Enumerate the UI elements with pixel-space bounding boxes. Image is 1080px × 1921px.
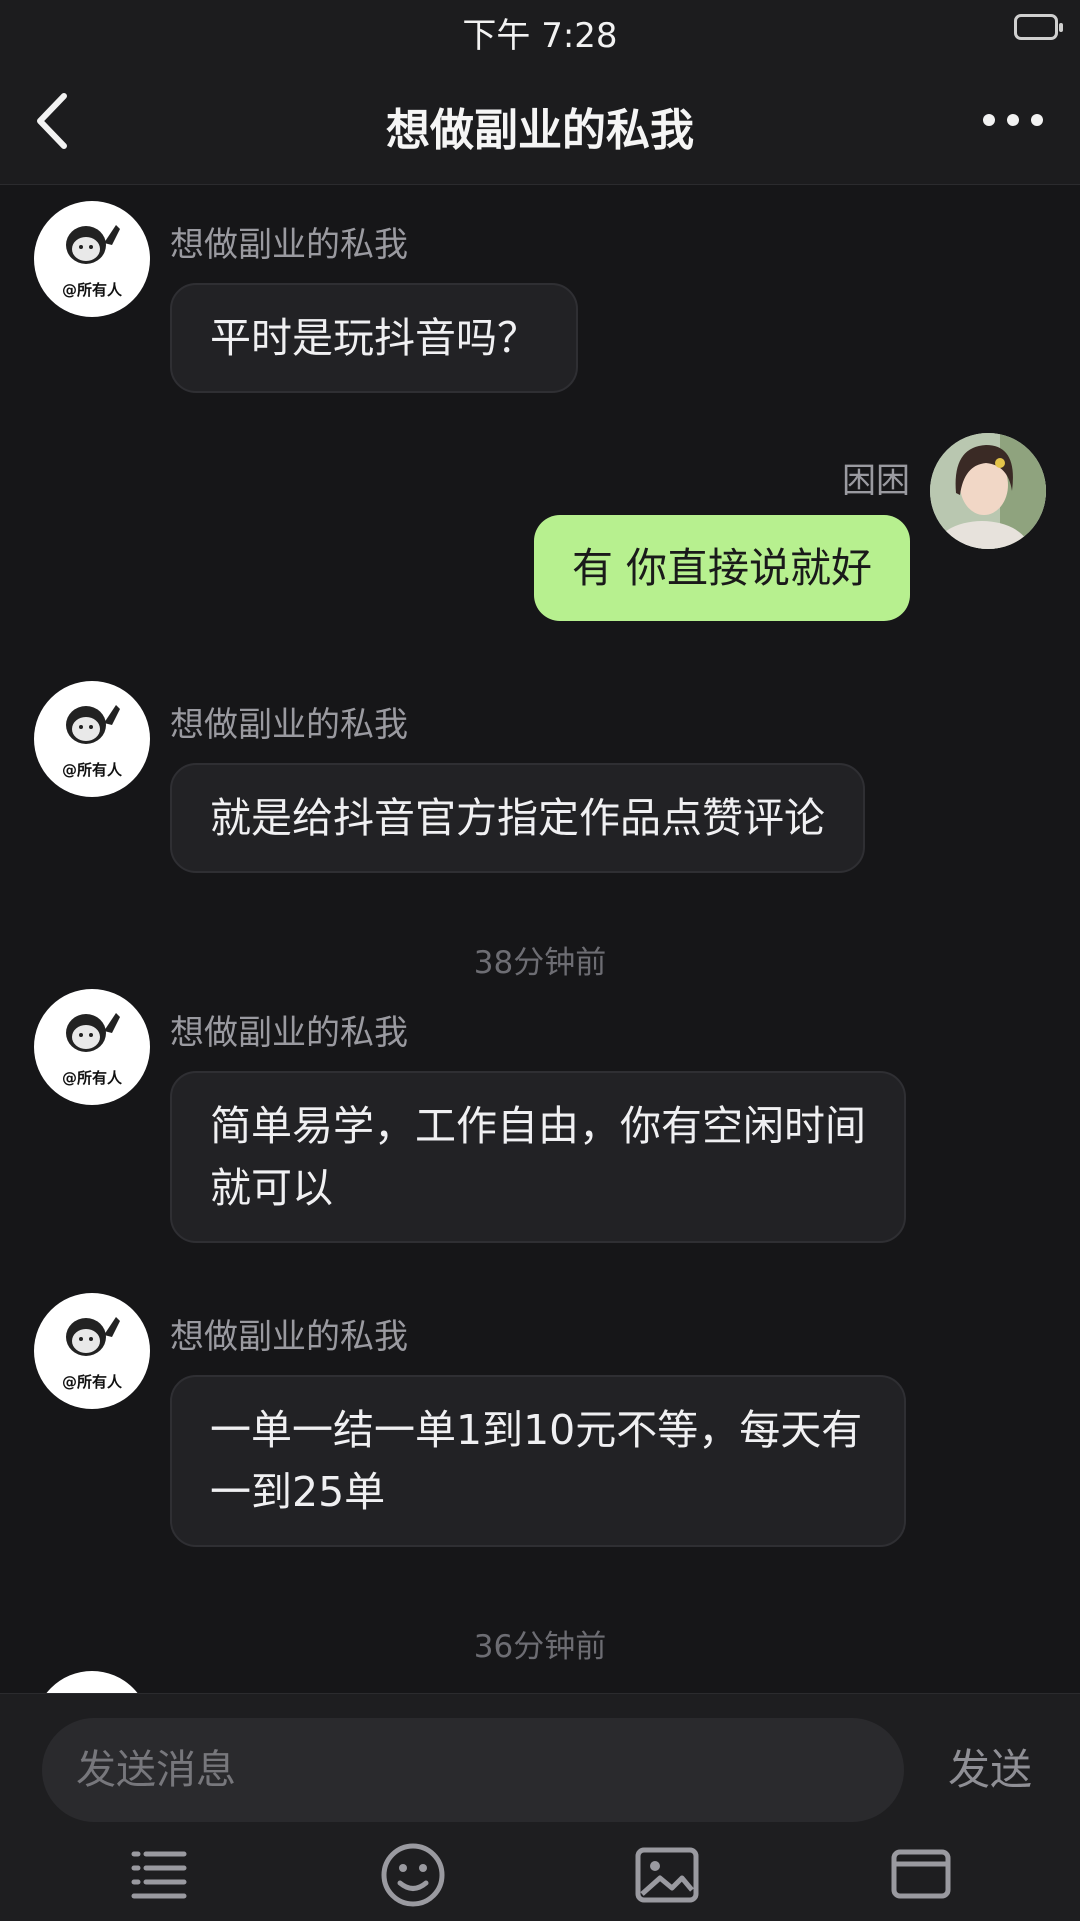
send-button[interactable]: 发送 xyxy=(930,1738,1050,1802)
timestamp: 36分钟前 xyxy=(473,1629,607,1665)
status-time: 下午 7:28 xyxy=(462,16,618,56)
avatar-caption: @所有人 xyxy=(61,761,122,779)
message-input[interactable] xyxy=(42,1718,904,1822)
composer-toolbar xyxy=(0,1834,1080,1921)
sender-name: 想做副业的私我 xyxy=(170,1013,408,1053)
image-icon[interactable] xyxy=(630,1838,704,1912)
status-bar: 下午 7:28 xyxy=(0,0,1080,60)
card-icon[interactable] xyxy=(884,1838,958,1912)
emoji-icon[interactable] xyxy=(376,1838,450,1912)
avatar-caption: @所有人 xyxy=(61,281,122,299)
message-bubble[interactable]: 就是给抖音官方指定作品点赞评论 xyxy=(170,763,865,873)
nav-bar: 想做副业的私我 xyxy=(0,60,1080,185)
page-title: 想做副业的私我 xyxy=(386,105,694,156)
sender-name: 想做副业的私我 xyxy=(170,705,408,745)
message-bubble[interactable]: 简单易学，工作自由，你有空闲时间就可以 xyxy=(170,1071,906,1243)
timestamp: 38分钟前 xyxy=(473,945,607,981)
chat-area[interactable]: @所有人 想做副业的私我 平时是玩抖音吗？ 困困 有 你直接说就好 @所有人 想… xyxy=(0,185,1080,1693)
meme-face-icon xyxy=(34,1671,150,1693)
avatar-caption: @所有人 xyxy=(61,1069,122,1087)
contact-avatar[interactable]: @所有人 xyxy=(34,201,150,317)
contact-avatar[interactable] xyxy=(34,1671,150,1693)
battery-icon xyxy=(1014,14,1063,40)
sender-name: 想做副业的私我 xyxy=(170,225,408,265)
user-photo-icon xyxy=(930,433,1046,549)
contact-avatar[interactable]: @所有人 xyxy=(34,1293,150,1409)
avatar-caption: @所有人 xyxy=(61,1373,122,1391)
composer: 发送 xyxy=(0,1693,1080,1921)
contact-avatar[interactable]: @所有人 xyxy=(34,681,150,797)
contact-avatar[interactable]: @所有人 xyxy=(34,989,150,1105)
message-bubble[interactable]: 有 你直接说就好 xyxy=(533,515,910,621)
message-bubble[interactable]: 平时是玩抖音吗？ xyxy=(170,283,578,393)
more-options-icon[interactable] xyxy=(980,98,1046,142)
message-bubble[interactable]: 一单一结一单1到10元不等，每天有一到25单 xyxy=(170,1375,906,1547)
sender-name: 困困 xyxy=(842,461,910,501)
list-icon[interactable] xyxy=(122,1838,196,1912)
user-avatar[interactable] xyxy=(930,433,1046,549)
sender-name: 想做副业的私我 xyxy=(170,1317,408,1357)
